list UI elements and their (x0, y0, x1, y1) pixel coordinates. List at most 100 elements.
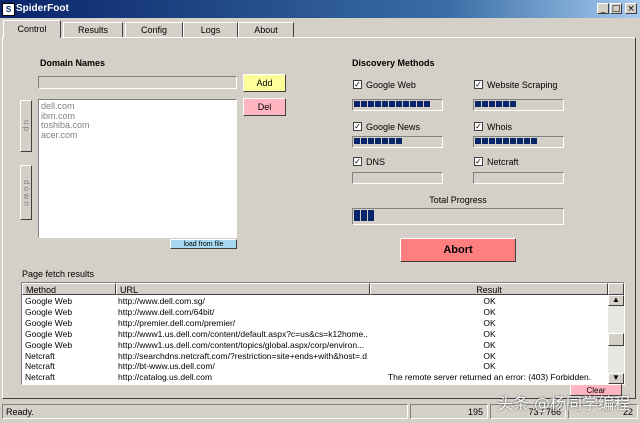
total-progress-bar (352, 208, 564, 225)
progress-segment (489, 138, 495, 144)
progress-segment (396, 101, 402, 107)
url-cell: http://catalog.us.dell.com (118, 372, 213, 383)
url-cell: http://bt-www.us.dell.com/ (118, 361, 215, 372)
result-cell: OK (483, 361, 496, 372)
status-count-1: 195 (410, 404, 488, 419)
progress-segment (361, 101, 367, 107)
progress-segment (503, 101, 509, 107)
tab-control[interactable]: Control (3, 20, 61, 38)
result-cell: OK (483, 306, 496, 317)
column-header-result[interactable]: Result (370, 283, 608, 295)
progress-segment (389, 138, 395, 144)
progress-segment (375, 101, 381, 107)
whois-label: Whois (487, 122, 513, 132)
progress-segment (368, 101, 374, 107)
progress-segment (382, 138, 388, 144)
tab-config[interactable]: Config (125, 22, 183, 37)
table-row[interactable]: Netcraft http://catalog.us.dell.com The re… (22, 372, 607, 383)
column-header-method[interactable]: Method (22, 283, 116, 295)
tab-about[interactable]: About (238, 22, 294, 37)
url-cell: http://www.dell.com/64bit/ (118, 306, 215, 317)
netcraft-progress (473, 172, 564, 184)
abort-button[interactable]: Abort (400, 238, 516, 262)
table-row[interactable]: Google Web http://www.dell.com.sg/OK (22, 296, 607, 307)
website-scraping-checkbox[interactable]: ✓ (474, 80, 483, 89)
result-cell: OK (483, 317, 496, 328)
discovery-methods-heading: Discovery Methods (352, 58, 435, 68)
move-down-button[interactable]: d o w n (20, 165, 32, 220)
website-scraping-progress (473, 99, 564, 111)
minimize-button[interactable]: _ (597, 3, 609, 14)
progress-segment (475, 138, 481, 144)
domain-list[interactable]: dell.com ibm.com toshiba.com acer.com (38, 99, 237, 238)
page-fetch-results-heading: Page fetch results (22, 269, 95, 279)
dns-checkbox[interactable]: ✓ (353, 157, 362, 166)
results-table[interactable]: Method URL Result Google Web http://www.d… (21, 282, 625, 385)
move-up-button[interactable]: u p (20, 100, 32, 152)
google-news-checkbox[interactable]: ✓ (353, 122, 362, 131)
tab-results[interactable]: Results (63, 22, 123, 37)
progress-segment (389, 101, 395, 107)
add-button[interactable]: Add (243, 74, 286, 92)
whois-checkbox[interactable]: ✓ (474, 122, 483, 131)
progress-segment (403, 101, 409, 107)
del-button[interactable]: Del (243, 98, 286, 116)
progress-segment (475, 101, 481, 107)
whois-progress (473, 136, 564, 148)
list-item[interactable]: acer.com (39, 130, 236, 141)
method-cell: Netcraft (25, 361, 55, 372)
url-cell: http://searchdns.netcraft.com/?restricti… (118, 350, 368, 361)
table-row[interactable]: Google Web http://www.dell.com/64bit/OK (22, 307, 607, 318)
column-header-spacer (608, 283, 624, 295)
result-cell: OK (483, 296, 496, 306)
url-cell: http://www1.us.dell.com/content/default.… (118, 328, 368, 339)
maximize-button[interactable]: □ (610, 3, 622, 14)
progress-segment (361, 138, 367, 144)
url-cell: http://www.dell.com.sg/ (118, 296, 205, 306)
table-row[interactable]: Google Web http://www1.us.dell.com/conten… (22, 340, 607, 351)
method-cell: Google Web (25, 339, 73, 350)
method-cell: Google Web (25, 296, 73, 306)
scroll-down-icon[interactable]: ▼ (608, 373, 624, 384)
result-cell: The remote server returned an error: (40… (387, 372, 592, 383)
website-scraping-label: Website Scraping (487, 80, 558, 90)
window-title: SpiderFoot (16, 3, 69, 14)
netcraft-checkbox[interactable]: ✓ (474, 157, 483, 166)
progress-segment (368, 210, 374, 221)
result-cell: OK (483, 350, 496, 361)
url-cell: http://premier.dell.com/premier/ (118, 317, 236, 328)
table-row[interactable]: Google Web http://www1.us.dell.com/conten… (22, 329, 607, 340)
status-text: Ready. (2, 404, 408, 419)
google-news-label: Google News (366, 122, 421, 132)
method-cell: Google Web (25, 328, 73, 339)
load-from-file-button[interactable]: load from file (170, 239, 237, 249)
tab-logs[interactable]: Logs (183, 22, 238, 37)
progress-segment (510, 138, 516, 144)
url-cell: http://www1.us.dell.com/content/topics/g… (118, 339, 365, 350)
dns-label: DNS (366, 157, 386, 167)
table-row[interactable]: Netcraft http://searchdns.netcraft.com/?r… (22, 351, 607, 362)
progress-segment (417, 101, 423, 107)
netcraft-label: Netcraft (487, 157, 519, 167)
table-row[interactable]: Google Web http://premier.dell.com/premie… (22, 318, 607, 329)
results-scrollbar[interactable]: ▲ ▼ (608, 295, 624, 384)
progress-segment (496, 101, 502, 107)
domain-input[interactable] (38, 76, 237, 89)
method-cell: Netcraft (25, 350, 55, 361)
progress-segment (489, 101, 495, 107)
google-web-checkbox[interactable]: ✓ (353, 80, 362, 89)
scroll-thumb[interactable] (608, 333, 624, 346)
column-header-url[interactable]: URL (116, 283, 370, 295)
method-cell: Netcraft (25, 372, 55, 383)
scroll-up-icon[interactable]: ▲ (608, 295, 624, 306)
close-button[interactable]: × (625, 3, 637, 14)
progress-segment (354, 138, 360, 144)
progress-segment (482, 138, 488, 144)
progress-segment (510, 101, 516, 107)
table-row[interactable]: Netcraft http://bt-www.us.dell.com/OK (22, 361, 607, 372)
progress-segment (531, 138, 537, 144)
google-news-progress (352, 136, 443, 148)
app-icon: S (2, 3, 15, 16)
title-bar[interactable] (0, 0, 640, 18)
progress-segment (517, 138, 523, 144)
